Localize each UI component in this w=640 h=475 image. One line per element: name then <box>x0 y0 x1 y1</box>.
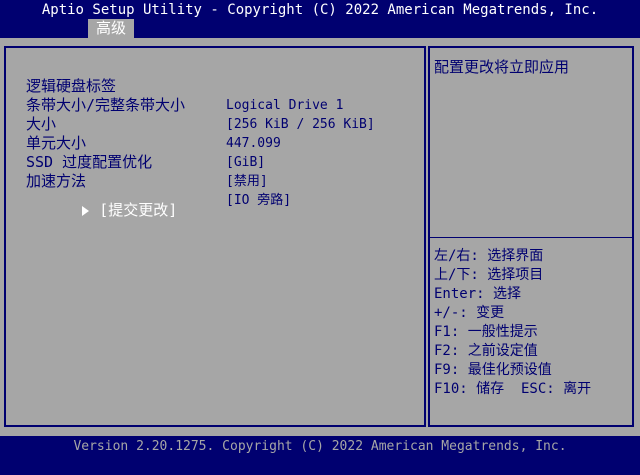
setting-ssd-overprovisioning[interactable]: SSD 过度配置优化 [禁用] <box>26 134 268 189</box>
key-hint: Enter: 选择 <box>434 286 522 302</box>
setting-value: [256 KiB / 256 KiB] <box>226 117 375 132</box>
key-hint: F1: 一般性提示 <box>434 324 538 340</box>
key-legend: 左/右: 选择界面 上/下: 选择项目 Enter: 选择 +/-: 变更 F1… <box>434 247 591 399</box>
key-hint: 上/下: 选择项目 <box>434 267 544 283</box>
footer-version: Version 2.20.1275. Copyright (C) 2022 Am… <box>0 436 640 475</box>
setting-value: [GiB] <box>226 155 266 170</box>
help-divider <box>430 237 634 238</box>
submit-changes-label: [提交更改] <box>99 201 178 219</box>
setting-value: Logical Drive 1 <box>226 98 344 113</box>
key-hint: F9: 最佳化预设值 <box>434 362 552 378</box>
submenu-arrow-icon <box>82 205 90 216</box>
setting-acceleration-method[interactable]: 加速方法 [IO 旁路] <box>26 153 291 208</box>
setting-stripe-size[interactable]: 条带大小/完整条带大小 [256 KiB / 256 KiB] <box>26 77 375 132</box>
help-description: 配置更改将立即应用 <box>434 58 570 76</box>
key-hint: 左/右: 选择界面 <box>434 248 544 264</box>
setting-value: 447.099 <box>226 136 281 151</box>
tab-advanced[interactable]: 高级 <box>88 19 134 38</box>
settings-panel: 逻辑硬盘标签 Logical Drive 1 条带大小/完整条带大小 [256 … <box>4 46 426 427</box>
submit-changes-item[interactable]: [提交更改] <box>10 182 177 219</box>
key-hint: F2: 之前设定值 <box>434 343 538 359</box>
main-panel: 逻辑硬盘标签 Logical Drive 1 条带大小/完整条带大小 [256 … <box>0 38 640 436</box>
setting-logical-drive-label[interactable]: 逻辑硬盘标签 Logical Drive 1 <box>26 58 343 113</box>
key-hint: +/-: 变更 <box>434 305 505 321</box>
setting-unit-size[interactable]: 单元大小 [GiB] <box>26 115 265 170</box>
setting-value: [禁用] <box>226 174 268 189</box>
bios-screen: Aptio Setup Utility - Copyright (C) 2022… <box>0 0 640 475</box>
key-hint: F10: 储存 ESC: 离开 <box>434 381 592 397</box>
setting-size[interactable]: 大小 447.099 <box>26 96 281 151</box>
setting-value: [IO 旁路] <box>226 193 292 208</box>
help-panel: 配置更改将立即应用 左/右: 选择界面 上/下: 选择项目 Enter: 选择 … <box>428 46 634 427</box>
app-title: Aptio Setup Utility - Copyright (C) 2022… <box>41 2 599 18</box>
